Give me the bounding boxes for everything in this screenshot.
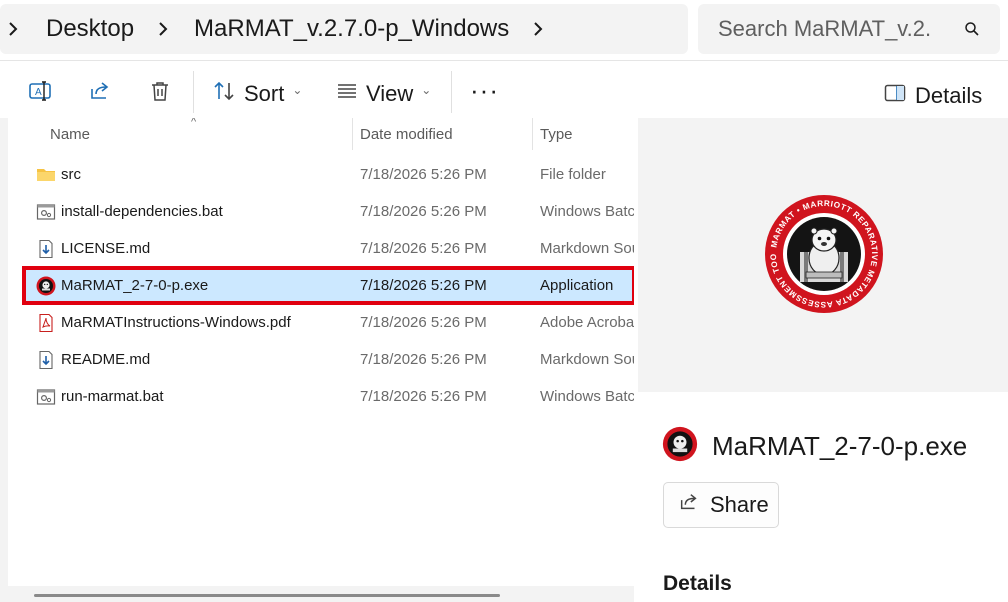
breadcrumb-current-folder[interactable]: MaRMAT_v.2.7.0-p_Windows [190,15,513,43]
file-row[interactable]: install-dependencies.bat 7/18/2026 5:26 … [24,194,634,229]
file-name: install-dependencies.bat [61,203,223,220]
chevron-right-icon[interactable] [152,18,174,40]
file-type: Windows Batch File [540,388,634,405]
file-row[interactable]: run-marmat.bat 7/18/2026 5:26 PM Windows… [24,379,634,414]
file-date: 7/18/2026 5:26 PM [360,166,487,183]
file-date: 7/18/2026 5:26 PM [360,314,487,331]
search-input[interactable]: Search MaRMAT_v.2. [718,16,950,42]
details-file-name: MaRMAT_2-7-0-p.exe [712,431,968,461]
search-icon[interactable] [964,21,980,42]
more-options-icon[interactable]: ··· [470,75,499,106]
sort-button[interactable]: Sort ⌄ [212,79,302,109]
batch-file-icon [36,387,56,407]
share-icon[interactable] [88,79,112,103]
column-header-date[interactable]: Date modified [360,126,453,143]
marmat-app-icon [36,276,56,296]
file-name: run-marmat.bat [61,388,164,405]
details-section-heading: Details [663,572,732,595]
file-date: 7/18/2026 5:26 PM [360,388,487,405]
horizontal-scrollbar[interactable] [8,586,634,602]
markdown-file-icon [36,239,56,259]
sort-ascending-icon: ^ [191,118,197,128]
file-row[interactable]: src 7/18/2026 5:26 PM File folder [24,157,634,192]
file-preview: MARMAT • MARRIOTT REPARATIVE METADATA AS… [638,118,1008,392]
column-header-type[interactable]: Type [540,126,573,143]
file-name: src [61,166,81,183]
share-button[interactable]: Share [663,482,779,528]
chevron-down-icon: ⌄ [292,83,303,97]
delete-icon[interactable] [148,79,172,103]
svg-text:A: A [35,87,42,98]
file-type: Adobe Acrobat Document [540,314,634,331]
chevron-right-icon[interactable] [527,18,549,40]
toolbar-divider [451,71,452,113]
file-row[interactable]: README.md 7/18/2026 5:26 PM Markdown Sou… [24,342,634,377]
file-date: 7/18/2026 5:26 PM [360,351,487,368]
sort-icon [212,79,236,109]
share-icon [678,491,700,519]
details-label: Details [915,83,983,108]
markdown-file-icon [36,350,56,370]
file-name: README.md [61,351,151,368]
chevron-right-icon[interactable] [2,18,24,40]
breadcrumb-desktop[interactable]: Desktop [42,15,138,43]
details-pane-button[interactable]: Details [884,81,982,111]
column-divider[interactable] [352,118,353,150]
folder-icon [36,165,56,185]
file-row-selected[interactable]: MaRMAT_2-7-0-p.exe 7/18/2026 5:26 PM App… [22,266,634,305]
sort-label: Sort [244,81,285,106]
column-divider[interactable] [532,118,533,150]
share-label: Share [710,492,769,517]
file-row[interactable]: LICENSE.md 7/18/2026 5:26 PM Markdown So… [24,231,634,266]
file-type: Markdown Source File [540,351,634,368]
rename-icon[interactable]: A [28,79,52,103]
column-header-name[interactable]: Name [50,126,90,143]
search-box[interactable]: Search MaRMAT_v.2. [698,4,1000,54]
file-type: Application [540,277,614,294]
breadcrumb[interactable]: Desktop MaRMAT_v.2.7.0-p_Windows [0,4,688,54]
view-icon [336,80,358,108]
view-button[interactable]: View ⌄ [336,79,431,109]
file-name: MaRMAT_2-7-0-p.exe [61,277,209,294]
batch-file-icon [36,202,56,222]
file-date: 7/18/2026 5:26 PM [360,240,487,257]
file-type: File folder [540,166,606,183]
file-list: ^ Name Date modified Type src 7/18/2026 … [0,118,634,602]
details-pane: MARMAT • MARRIOTT REPARATIVE METADATA AS… [634,118,1008,602]
file-row[interactable]: MaRMATInstructions-Windows.pdf 7/18/2026… [24,305,634,340]
marmat-app-icon [662,426,698,467]
navigation-pane-edge [0,118,8,602]
column-header-row: ^ Name Date modified Type [0,118,634,154]
file-date: 7/18/2026 5:26 PM [360,203,487,220]
file-name: LICENSE.md [61,240,151,257]
toolbar-divider [193,71,194,113]
command-bar: A Sort ⌄ View ⌄ ··· Details [0,60,1008,120]
pdf-file-icon [36,313,56,333]
details-pane-icon [884,83,906,109]
file-type: Windows Batch File [540,203,634,220]
address-row: Desktop MaRMAT_v.2.7.0-p_Windows Search … [0,0,1008,60]
details-file-title: MaRMAT_2-7-0-p.exe [662,426,967,467]
scrollbar-thumb[interactable] [34,594,500,597]
file-name: MaRMATInstructions-Windows.pdf [61,314,291,331]
file-date: 7/18/2026 5:26 PM [360,277,487,294]
file-type: Markdown Source File [540,240,634,257]
view-label: View [366,81,414,106]
marmat-seal-logo: MARMAT • MARRIOTT REPARATIVE METADATA AS… [764,194,883,313]
chevron-down-icon: ⌄ [421,83,432,97]
